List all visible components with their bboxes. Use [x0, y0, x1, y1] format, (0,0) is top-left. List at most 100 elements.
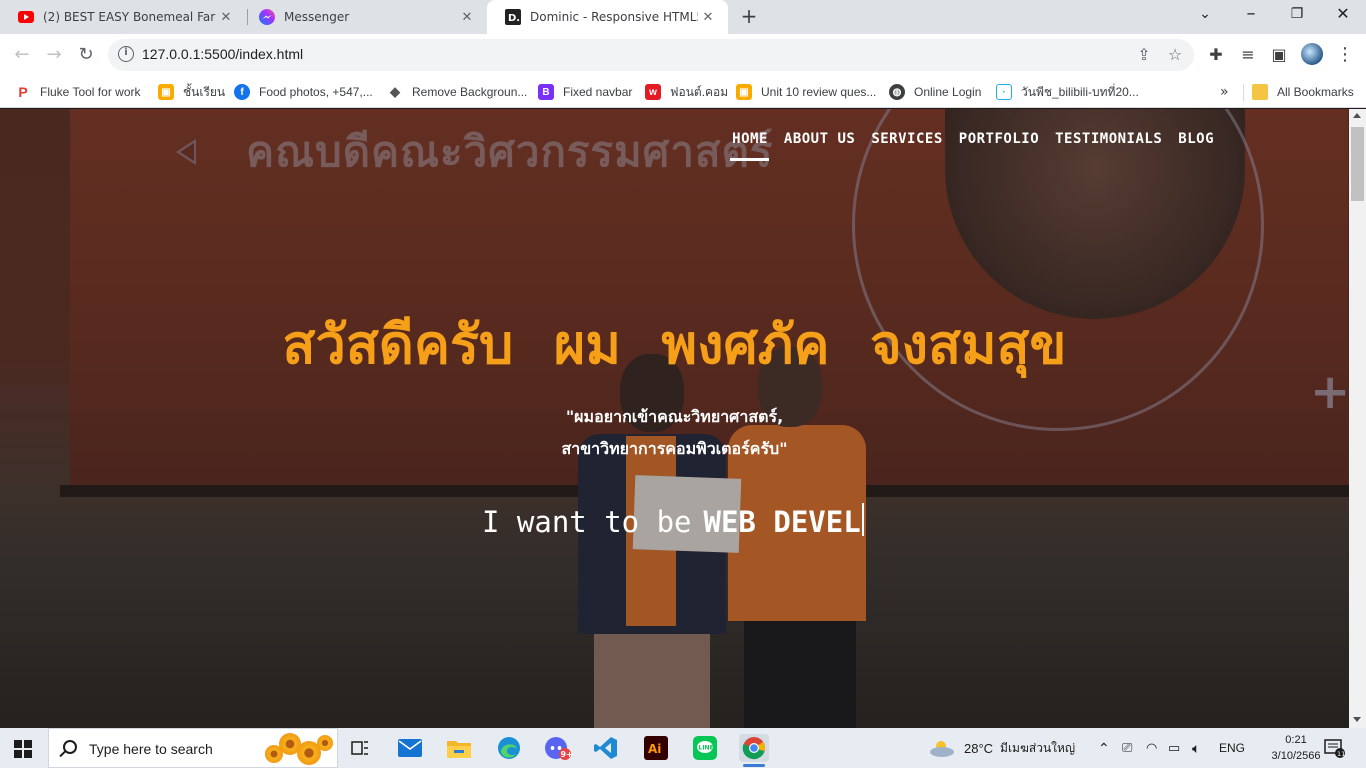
back-button[interactable]: ← [9, 42, 35, 68]
classroom-icon: ▣ [736, 84, 752, 100]
bookmark-label: Remove Backgroun... [412, 85, 528, 99]
bookmark-item[interactable]: ◆ Remove Backgroun... [387, 81, 527, 103]
hero-subtitle-line: "ผมอยากเข้าคณะวิทยาศาสตร์, [565, 407, 784, 426]
discord-badge: 9+ [561, 750, 573, 759]
clock-date: 3/10/2566 [1271, 750, 1321, 762]
close-window-button[interactable]: ✕ [1320, 0, 1366, 30]
wifi-icon[interactable]: ◠ [1146, 728, 1157, 768]
nav-about-us[interactable]: ABOUT US [776, 131, 863, 147]
bookmarks-divider [1243, 84, 1244, 102]
tab-messenger[interactable]: Messenger ✕ [241, 0, 487, 34]
bookmark-item[interactable]: ◍ Online Login [889, 81, 981, 103]
messenger-icon [259, 9, 275, 25]
bookmark-item[interactable]: B Fixed navbar [538, 81, 632, 103]
classroom-icon: ▣ [158, 84, 174, 100]
search-highlight-flowers-icon [263, 731, 335, 767]
edge-icon[interactable] [494, 734, 524, 762]
close-icon[interactable]: ✕ [457, 10, 477, 25]
colored-p-icon: P [18, 84, 28, 100]
extensions-icon[interactable]: ✚ [1205, 44, 1227, 66]
language-indicator[interactable]: ENG [1219, 728, 1245, 768]
more-menu-icon[interactable]: ⋮ [1334, 44, 1356, 66]
tab-dominic[interactable]: D. Dominic - Responsive HTML5 On ✕ [487, 0, 728, 34]
vscode-icon[interactable] [591, 734, 621, 762]
typing-caret [861, 503, 864, 536]
media-controls-icon[interactable]: ≡ [1237, 44, 1259, 66]
browser-tab-strip: (2) BEST EASY Bonemeal Farm In ✕ Messeng… [0, 0, 1366, 34]
taskbar-search[interactable]: Type here to search [48, 728, 338, 768]
windows-taskbar: Type here to search 9+ Ai LINE 28°C มีเม… [0, 728, 1366, 768]
bookmark-label: All Bookmarks [1277, 85, 1354, 99]
freepik-icon: f [234, 84, 250, 100]
weather-description: มีเมฆส่วนใหญ่ [1000, 740, 1076, 755]
address-bar[interactable]: i 127.0.0.1:5500/index.html ⇪ ☆ [108, 39, 1194, 71]
minimize-button[interactable]: – [1228, 0, 1274, 30]
battery-icon[interactable]: ▭ [1168, 728, 1180, 768]
line-icon[interactable]: LINE [690, 734, 720, 762]
svg-text:D.: D. [508, 13, 520, 24]
restore-button[interactable]: ❐ [1274, 0, 1320, 30]
bookmark-item[interactable]: ▣ ชั้นเรียน [158, 81, 225, 103]
new-tab-button[interactable]: + [738, 5, 760, 27]
side-panel-icon[interactable]: ▣ [1268, 44, 1290, 66]
volume-icon[interactable]: 🔈︎ [1192, 728, 1200, 768]
site-info-icon[interactable]: i [118, 46, 134, 62]
bookmark-label: Unit 10 review ques... [761, 85, 877, 99]
more-bookmarks-icon[interactable]: » [1220, 84, 1229, 100]
nav-testimonials[interactable]: TESTIMONIALS [1047, 131, 1170, 147]
chevron-down-icon[interactable]: ⌄ [1182, 0, 1228, 30]
bookmark-label: ชั้นเรียน [183, 84, 226, 99]
nav-portfolio[interactable]: PORTFOLIO [951, 131, 1047, 147]
tab-title: Messenger [284, 10, 350, 24]
close-icon[interactable]: ✕ [216, 10, 236, 25]
illustrator-icon[interactable]: Ai [641, 734, 671, 762]
system-clock[interactable]: 0:21 3/10/2566 [1270, 732, 1322, 764]
page-scrollbar[interactable] [1349, 109, 1366, 728]
bilibili-icon: · [996, 84, 1012, 100]
share-icon[interactable]: ⇪ [1134, 45, 1154, 65]
notification-center-icon[interactable]: 11 [1324, 728, 1346, 768]
hero-subtitle: "ผมอยากเข้าคณะวิทยาศาสตร์, สาขาวิทยาการค… [0, 401, 1349, 465]
hero-title: สวัสดีครับ ผม พงศภัค จงสมสุข [282, 313, 1067, 376]
globe-icon: ◍ [889, 84, 905, 100]
scrollbar-thumb[interactable] [1351, 127, 1364, 201]
nav-blog[interactable]: BLOG [1170, 131, 1222, 147]
show-hidden-icons-chevron-up-icon[interactable]: ⌃ [1098, 728, 1110, 768]
bookmark-item[interactable]: · วันพีช_bilibili-บทที่20... [996, 81, 1139, 103]
dominic-d-icon: D. [505, 9, 521, 25]
all-bookmarks-folder[interactable]: All Bookmarks [1252, 81, 1354, 103]
profile-avatar[interactable] [1301, 43, 1323, 65]
task-view-icon[interactable] [345, 734, 375, 762]
tab-youtube[interactable]: (2) BEST EASY Bonemeal Farm In ✕ [0, 0, 246, 34]
nav-home[interactable]: HOME [724, 131, 776, 161]
bookmark-label: วันพีช_bilibili-บทที่20... [1021, 84, 1139, 99]
bookmark-label: Fixed navbar [563, 85, 633, 99]
file-explorer-icon[interactable] [444, 734, 474, 762]
bookmark-label: Online Login [914, 85, 982, 99]
weather-cloud-icon [930, 741, 954, 757]
clock-time: 0:21 [1285, 734, 1307, 746]
close-icon[interactable]: ✕ [698, 10, 718, 25]
windows-start-icon[interactable] [14, 740, 32, 758]
reload-button[interactable]: ↻ [73, 42, 99, 68]
svg-text:LINE: LINE [699, 745, 714, 752]
hero-subtitle-line: สาขาวิทยาการคอมพิวเตอร์ครับ" [561, 439, 788, 458]
discord-icon[interactable]: 9+ [543, 734, 573, 762]
search-placeholder: Type here to search [89, 741, 213, 757]
bookmark-star-icon[interactable]: ☆ [1165, 45, 1185, 65]
bookmark-item[interactable]: f Food photos, +547,... [234, 81, 373, 103]
scroll-down-arrow-icon[interactable] [1353, 717, 1361, 722]
bookmark-item[interactable]: w ฟอนต์.คอม [645, 81, 728, 103]
nav-services[interactable]: SERVICES [863, 131, 950, 147]
mail-icon[interactable] [395, 734, 425, 762]
url-text[interactable]: 127.0.0.1:5500/index.html [142, 46, 303, 62]
forward-button[interactable]: → [41, 42, 67, 68]
meet-now-icon[interactable]: ⎚ [1122, 728, 1132, 768]
weather-widget[interactable]: 28°C มีเมฆส่วนใหญ่ [928, 728, 1075, 768]
bookmark-item[interactable]: ▣ Unit 10 review ques... [736, 81, 876, 103]
search-icon [63, 740, 77, 754]
bookmark-item[interactable]: P Fluke Tool for work [15, 81, 140, 103]
scroll-up-arrow-icon[interactable] [1353, 113, 1361, 118]
chrome-icon[interactable] [739, 734, 769, 767]
weather-temp: 28°C [964, 740, 994, 756]
